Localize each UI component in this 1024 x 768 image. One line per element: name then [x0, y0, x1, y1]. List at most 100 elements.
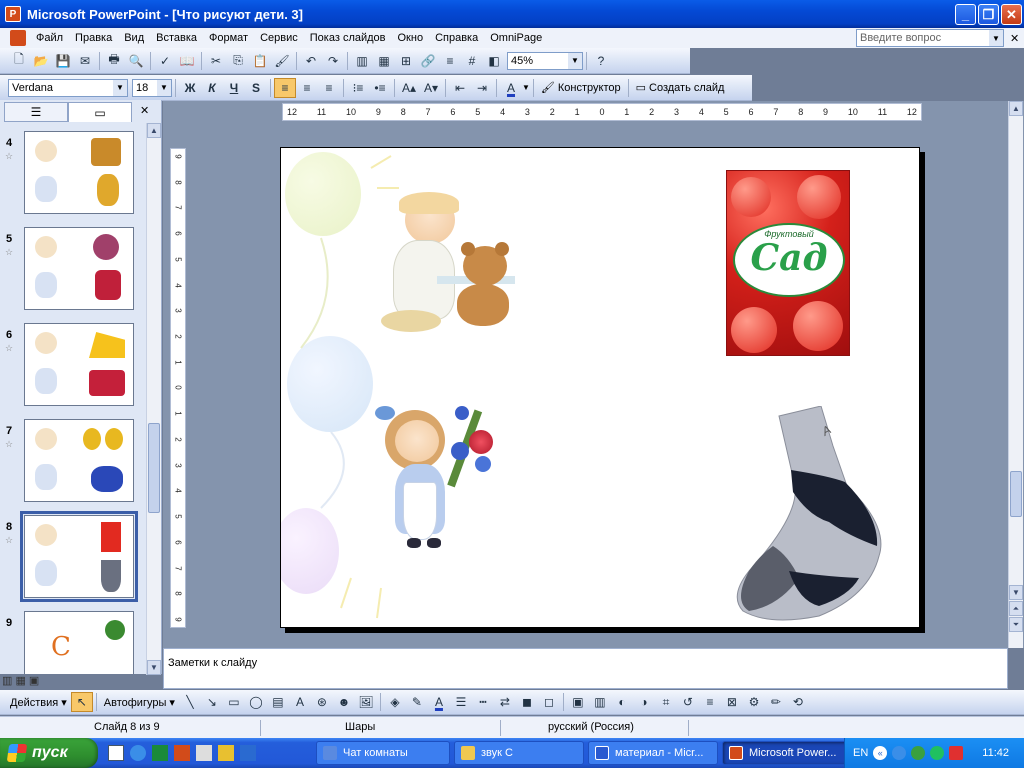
rectangle-icon[interactable]: ▭	[223, 692, 245, 712]
clipart-icon[interactable]: ☻	[333, 692, 355, 712]
slide-scrollbar[interactable]: ▲ ▼ ⏶ ⏷	[1008, 101, 1023, 648]
hyperlink-icon[interactable]: 🔗	[417, 51, 439, 71]
chevron-down-icon[interactable]: ▼	[157, 79, 171, 96]
menu-window[interactable]: Окно	[392, 32, 430, 44]
tab-slides[interactable]: ▭	[68, 102, 132, 122]
view-buttons[interactable]: ▥ ▦ ▣	[2, 674, 39, 687]
3d-style-icon[interactable]: ◻	[538, 692, 560, 712]
redo-icon[interactable]: ↷	[322, 51, 344, 71]
expand-icon[interactable]: ≡	[439, 51, 461, 71]
help-icon[interactable]: ?	[590, 51, 612, 71]
task-word[interactable]: материал - Micr...	[588, 741, 718, 765]
new-slide-button[interactable]: ▭ Создать слайд	[632, 81, 729, 95]
decrease-indent-icon[interactable]: ⇤	[449, 78, 471, 98]
ppt-icon[interactable]	[174, 745, 190, 761]
powerpoint-icon[interactable]: P	[5, 6, 21, 22]
chevron-down-icon[interactable]: ▼	[989, 30, 1003, 46]
numbering-icon[interactable]: ⁝≡	[347, 78, 369, 98]
shadow-button[interactable]: S	[245, 78, 267, 98]
transparent-icon[interactable]: ✏	[765, 692, 787, 712]
menu-help[interactable]: Справка	[429, 32, 484, 44]
color-icon[interactable]: ◧	[483, 51, 505, 71]
arrow-icon[interactable]: ↘	[201, 692, 223, 712]
app-icon[interactable]	[218, 745, 234, 761]
picture-icon[interactable]: 🖼	[355, 692, 377, 712]
juice-box-image[interactable]: Фруктовый Сад	[726, 170, 850, 356]
excel-icon[interactable]	[152, 745, 168, 761]
sock-image[interactable]: A	[729, 406, 889, 626]
language-indicator[interactable]: EN	[853, 747, 868, 759]
contrast-icon[interactable]: ◐	[611, 692, 633, 712]
oval-icon[interactable]: ◯	[245, 692, 267, 712]
wordart-icon[interactable]: A	[289, 692, 311, 712]
chevron-down-icon[interactable]: ▼	[113, 79, 127, 96]
bold-button[interactable]: Ж	[179, 78, 201, 98]
scroll-down-icon[interactable]: ▼	[147, 660, 161, 675]
italic-button[interactable]: К	[201, 78, 223, 98]
line-color-icon[interactable]: ✎	[406, 692, 428, 712]
grid-icon[interactable]: #	[461, 51, 483, 71]
format-picture-icon[interactable]: ⚙	[743, 692, 765, 712]
menu-edit[interactable]: Правка	[69, 32, 118, 44]
autoshapes-menu[interactable]: Автофигуры ▾	[100, 696, 179, 709]
minimize-button[interactable]: _	[955, 4, 976, 25]
brightness-icon[interactable]: ◑	[633, 692, 655, 712]
desktop-icon[interactable]	[108, 745, 124, 761]
compress-icon[interactable]: ⊠	[721, 692, 743, 712]
open-icon[interactable]: 📂	[30, 51, 52, 71]
document-icon[interactable]	[10, 30, 26, 46]
girl-with-flowers-image[interactable]	[375, 406, 505, 576]
tray-app-icon[interactable]	[930, 746, 945, 760]
designer-button[interactable]: 🖌 Конструктор	[537, 81, 625, 95]
restore-button[interactable]: ❐	[978, 4, 999, 25]
tab-outline[interactable]: ☰	[4, 102, 68, 122]
copy-icon[interactable]: ⎘	[227, 51, 249, 71]
line-weight-icon[interactable]: ≡	[699, 692, 721, 712]
slide-thumbnail-5[interactable]	[24, 227, 134, 310]
scroll-down-icon[interactable]: ▼	[1009, 585, 1023, 600]
tray-app-icon[interactable]	[911, 746, 926, 760]
tray-expand-icon[interactable]: «	[873, 746, 888, 760]
antivirus-icon[interactable]	[949, 746, 964, 760]
task-folder[interactable]: звук С	[454, 741, 584, 765]
dash-style-icon[interactable]: ┅	[472, 692, 494, 712]
align-right-icon[interactable]: ≡	[318, 78, 340, 98]
cut-icon[interactable]: ✂	[205, 51, 227, 71]
crop-icon[interactable]: ⌗	[655, 692, 677, 712]
tables-borders-icon[interactable]: ⊞	[395, 51, 417, 71]
spelling-icon[interactable]: ✓	[154, 51, 176, 71]
slide-thumbnail-6[interactable]	[24, 323, 134, 406]
task-powerpoint[interactable]: Microsoft Power...	[722, 741, 852, 765]
format-painter-icon[interactable]: 🖌	[271, 51, 293, 71]
line-style-icon[interactable]: ☰	[450, 692, 472, 712]
zoom-select[interactable]: 45% ▼	[507, 51, 583, 70]
close-button[interactable]: ✕	[1001, 4, 1022, 25]
menu-slideshow[interactable]: Показ слайдов	[304, 32, 392, 44]
bullets-icon[interactable]: •≡	[369, 78, 391, 98]
reset-picture-icon[interactable]: ⟲	[787, 692, 809, 712]
scroll-up-icon[interactable]: ▲	[147, 123, 161, 138]
font-size-select[interactable]: 18 ▼	[132, 78, 172, 97]
increase-font-icon[interactable]: A▴	[398, 78, 420, 98]
menu-insert[interactable]: Вставка	[150, 32, 203, 44]
preview-icon[interactable]: 🔍	[125, 51, 147, 71]
help-search-input[interactable]: Введите вопрос ▼	[856, 29, 1004, 47]
menu-view[interactable]: Вид	[118, 32, 150, 44]
table-icon[interactable]: ▦	[373, 51, 395, 71]
new-icon[interactable]: 🗋	[8, 51, 30, 71]
undo-icon[interactable]: ↶	[300, 51, 322, 71]
network-icon[interactable]	[892, 746, 907, 760]
close-doc-icon[interactable]: ✕	[1010, 32, 1019, 45]
chevron-down-icon[interactable]: ▼	[568, 52, 582, 69]
decrease-font-icon[interactable]: A▾	[420, 78, 442, 98]
font-color-icon[interactable]: A	[500, 78, 522, 98]
scroll-up-icon[interactable]: ▲	[1009, 101, 1023, 116]
increase-indent-icon[interactable]: ⇥	[471, 78, 493, 98]
menu-tools[interactable]: Сервис	[254, 32, 304, 44]
arrow-style-icon[interactable]: ⇄	[494, 692, 516, 712]
save-icon[interactable]: 💾	[52, 51, 74, 71]
slide-thumbnail-4[interactable]	[24, 131, 134, 214]
underline-button[interactable]: Ч	[223, 78, 245, 98]
font-select[interactable]: Verdana ▼	[8, 78, 128, 97]
menu-omnipage[interactable]: OmniPage	[484, 32, 548, 44]
